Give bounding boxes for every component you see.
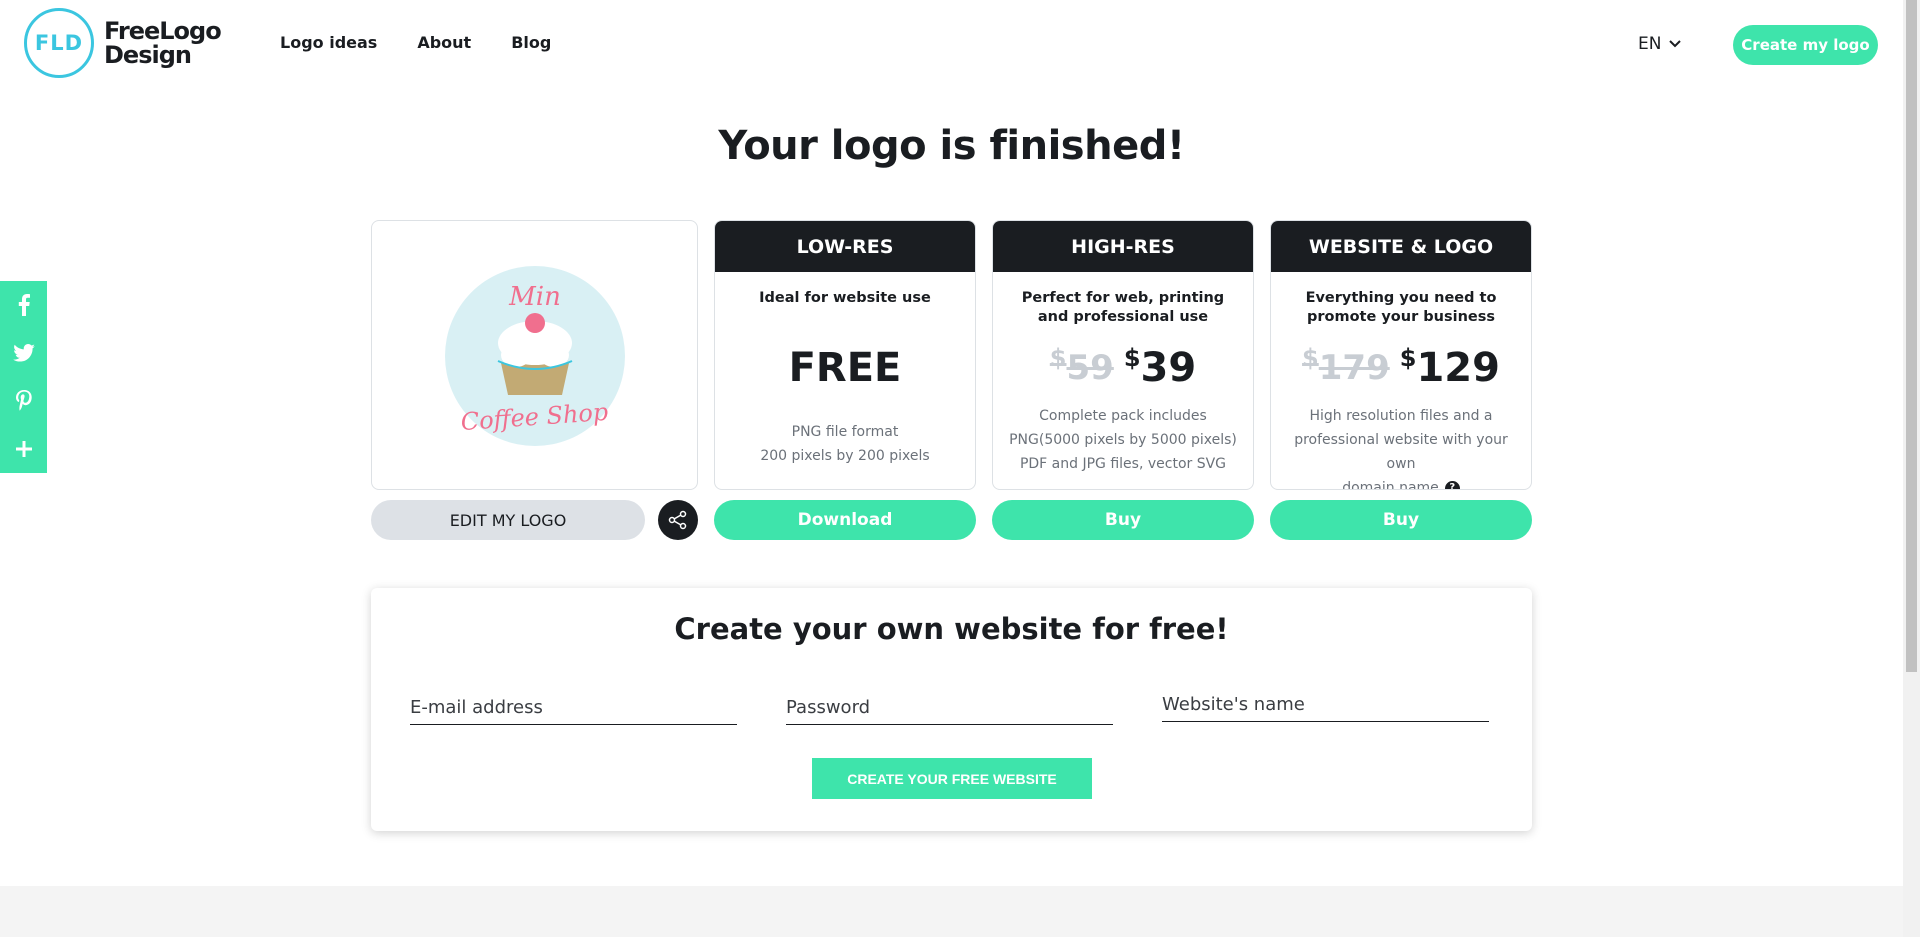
page-title: Your logo is finished! xyxy=(718,123,1185,169)
plan-subtitle: Ideal for website use xyxy=(759,290,931,306)
logo-top-text: Min xyxy=(508,282,561,312)
website-signup-card: Create your own website for free! CREATE… xyxy=(371,588,1532,831)
nav-blog[interactable]: Blog xyxy=(511,33,551,52)
plan-name: LOW-RES xyxy=(715,221,975,272)
nav-about[interactable]: About xyxy=(417,33,471,52)
plan-card-high-res: HIGH-RES Perfect for web, printing and p… xyxy=(992,220,1254,490)
password-field[interactable] xyxy=(786,693,1113,725)
logo-wordmark-line2: Design xyxy=(104,41,192,69)
plus-icon xyxy=(15,441,32,457)
plan-price: $59 $39 xyxy=(993,342,1253,394)
buy-high-res-button[interactable]: Buy xyxy=(992,500,1254,540)
logo-wordmark: FreeLogo Design xyxy=(104,17,222,69)
plan-desc-line: Complete pack includes xyxy=(1039,408,1207,424)
plan-card-low-res: LOW-RES Ideal for website use FREE PNG f… xyxy=(714,220,976,490)
price-free: FREE xyxy=(788,345,902,391)
plan-price: FREE xyxy=(715,342,975,394)
plan-name: WEBSITE & LOGO xyxy=(1271,221,1531,272)
facebook-icon xyxy=(18,294,30,316)
plan-desc-line: professional website with your own xyxy=(1294,432,1508,472)
website-name-field[interactable] xyxy=(1162,690,1489,722)
logo-wordmark-line1: FreeLogo xyxy=(104,17,222,45)
pinterest-share-button[interactable] xyxy=(0,377,47,425)
share-logo-button[interactable] xyxy=(658,500,698,540)
buy-website-logo-button[interactable]: Buy xyxy=(1270,500,1532,540)
plan-desc-line: PNG(5000 pixels by 5000 pixels) xyxy=(1009,432,1237,448)
plan-desc-line: domain name? xyxy=(1281,476,1521,489)
email-field[interactable] xyxy=(410,693,737,725)
plan-price: $179 $129 xyxy=(1271,342,1531,394)
chevron-down-icon xyxy=(1669,40,1682,48)
website-signup-title: Create your own website for free! xyxy=(674,612,1229,646)
language-label: EN xyxy=(1638,34,1662,54)
site-header: FLD FreeLogo Design Logo ideas About Blo… xyxy=(0,0,1903,92)
language-selector[interactable]: EN xyxy=(1638,34,1682,54)
site-logo[interactable]: FLD FreeLogo Design xyxy=(24,8,222,78)
nav-logo-ideas[interactable]: Logo ideas xyxy=(280,33,377,52)
logo-preview-image: Min Coffee Shop xyxy=(445,266,625,446)
plan-desc-line: PDF and JPG files, vector SVG xyxy=(1019,456,1227,472)
more-share-button[interactable] xyxy=(0,425,47,473)
logo-mark-text: FLD xyxy=(34,31,84,55)
new-price: $39 xyxy=(1123,344,1197,391)
plan-description: PNG file format 200 pixels by 200 pixels xyxy=(715,420,975,468)
logo-mark: FLD xyxy=(24,8,94,78)
plan-card-website-logo: WEBSITE & LOGO Everything you need to pr… xyxy=(1270,220,1532,490)
plan-desc-line: PNG file format xyxy=(791,424,899,440)
download-button[interactable]: Download xyxy=(714,500,976,540)
plan-desc-line: 200 pixels by 200 pixels xyxy=(760,448,930,464)
edit-my-logo-button[interactable]: EDIT MY LOGO xyxy=(371,500,645,540)
scrollbar-thumb[interactable] xyxy=(1906,0,1917,672)
old-price: $179 xyxy=(1302,344,1390,388)
new-price: $129 xyxy=(1399,344,1500,391)
footer-band xyxy=(0,886,1903,937)
pinterest-icon xyxy=(15,390,32,411)
twitter-share-button[interactable] xyxy=(0,329,47,377)
facebook-share-button[interactable] xyxy=(0,281,47,329)
plan-desc-line: High resolution files and a xyxy=(1309,408,1493,424)
plan-name: HIGH-RES xyxy=(993,221,1253,272)
help-icon[interactable]: ? xyxy=(1444,480,1460,489)
plan-subtitle: Perfect for web, printing and profession… xyxy=(1021,290,1225,325)
plan-description: Complete pack includes PNG(5000 pixels b… xyxy=(993,404,1253,476)
social-share-bar xyxy=(0,281,47,473)
create-free-website-button[interactable]: CREATE YOUR FREE WEBSITE xyxy=(812,758,1092,799)
logo-preview-card: Min Coffee Shop xyxy=(371,220,698,490)
share-icon xyxy=(668,510,687,530)
old-price: $59 xyxy=(1049,344,1114,388)
twitter-icon xyxy=(12,344,35,362)
plan-subtitle: Everything you need to promote your busi… xyxy=(1305,290,1497,325)
create-my-logo-button[interactable]: Create my logo xyxy=(1733,25,1878,65)
main-nav: Logo ideas About Blog xyxy=(280,33,551,52)
plan-description: High resolution files and a professional… xyxy=(1271,404,1531,489)
